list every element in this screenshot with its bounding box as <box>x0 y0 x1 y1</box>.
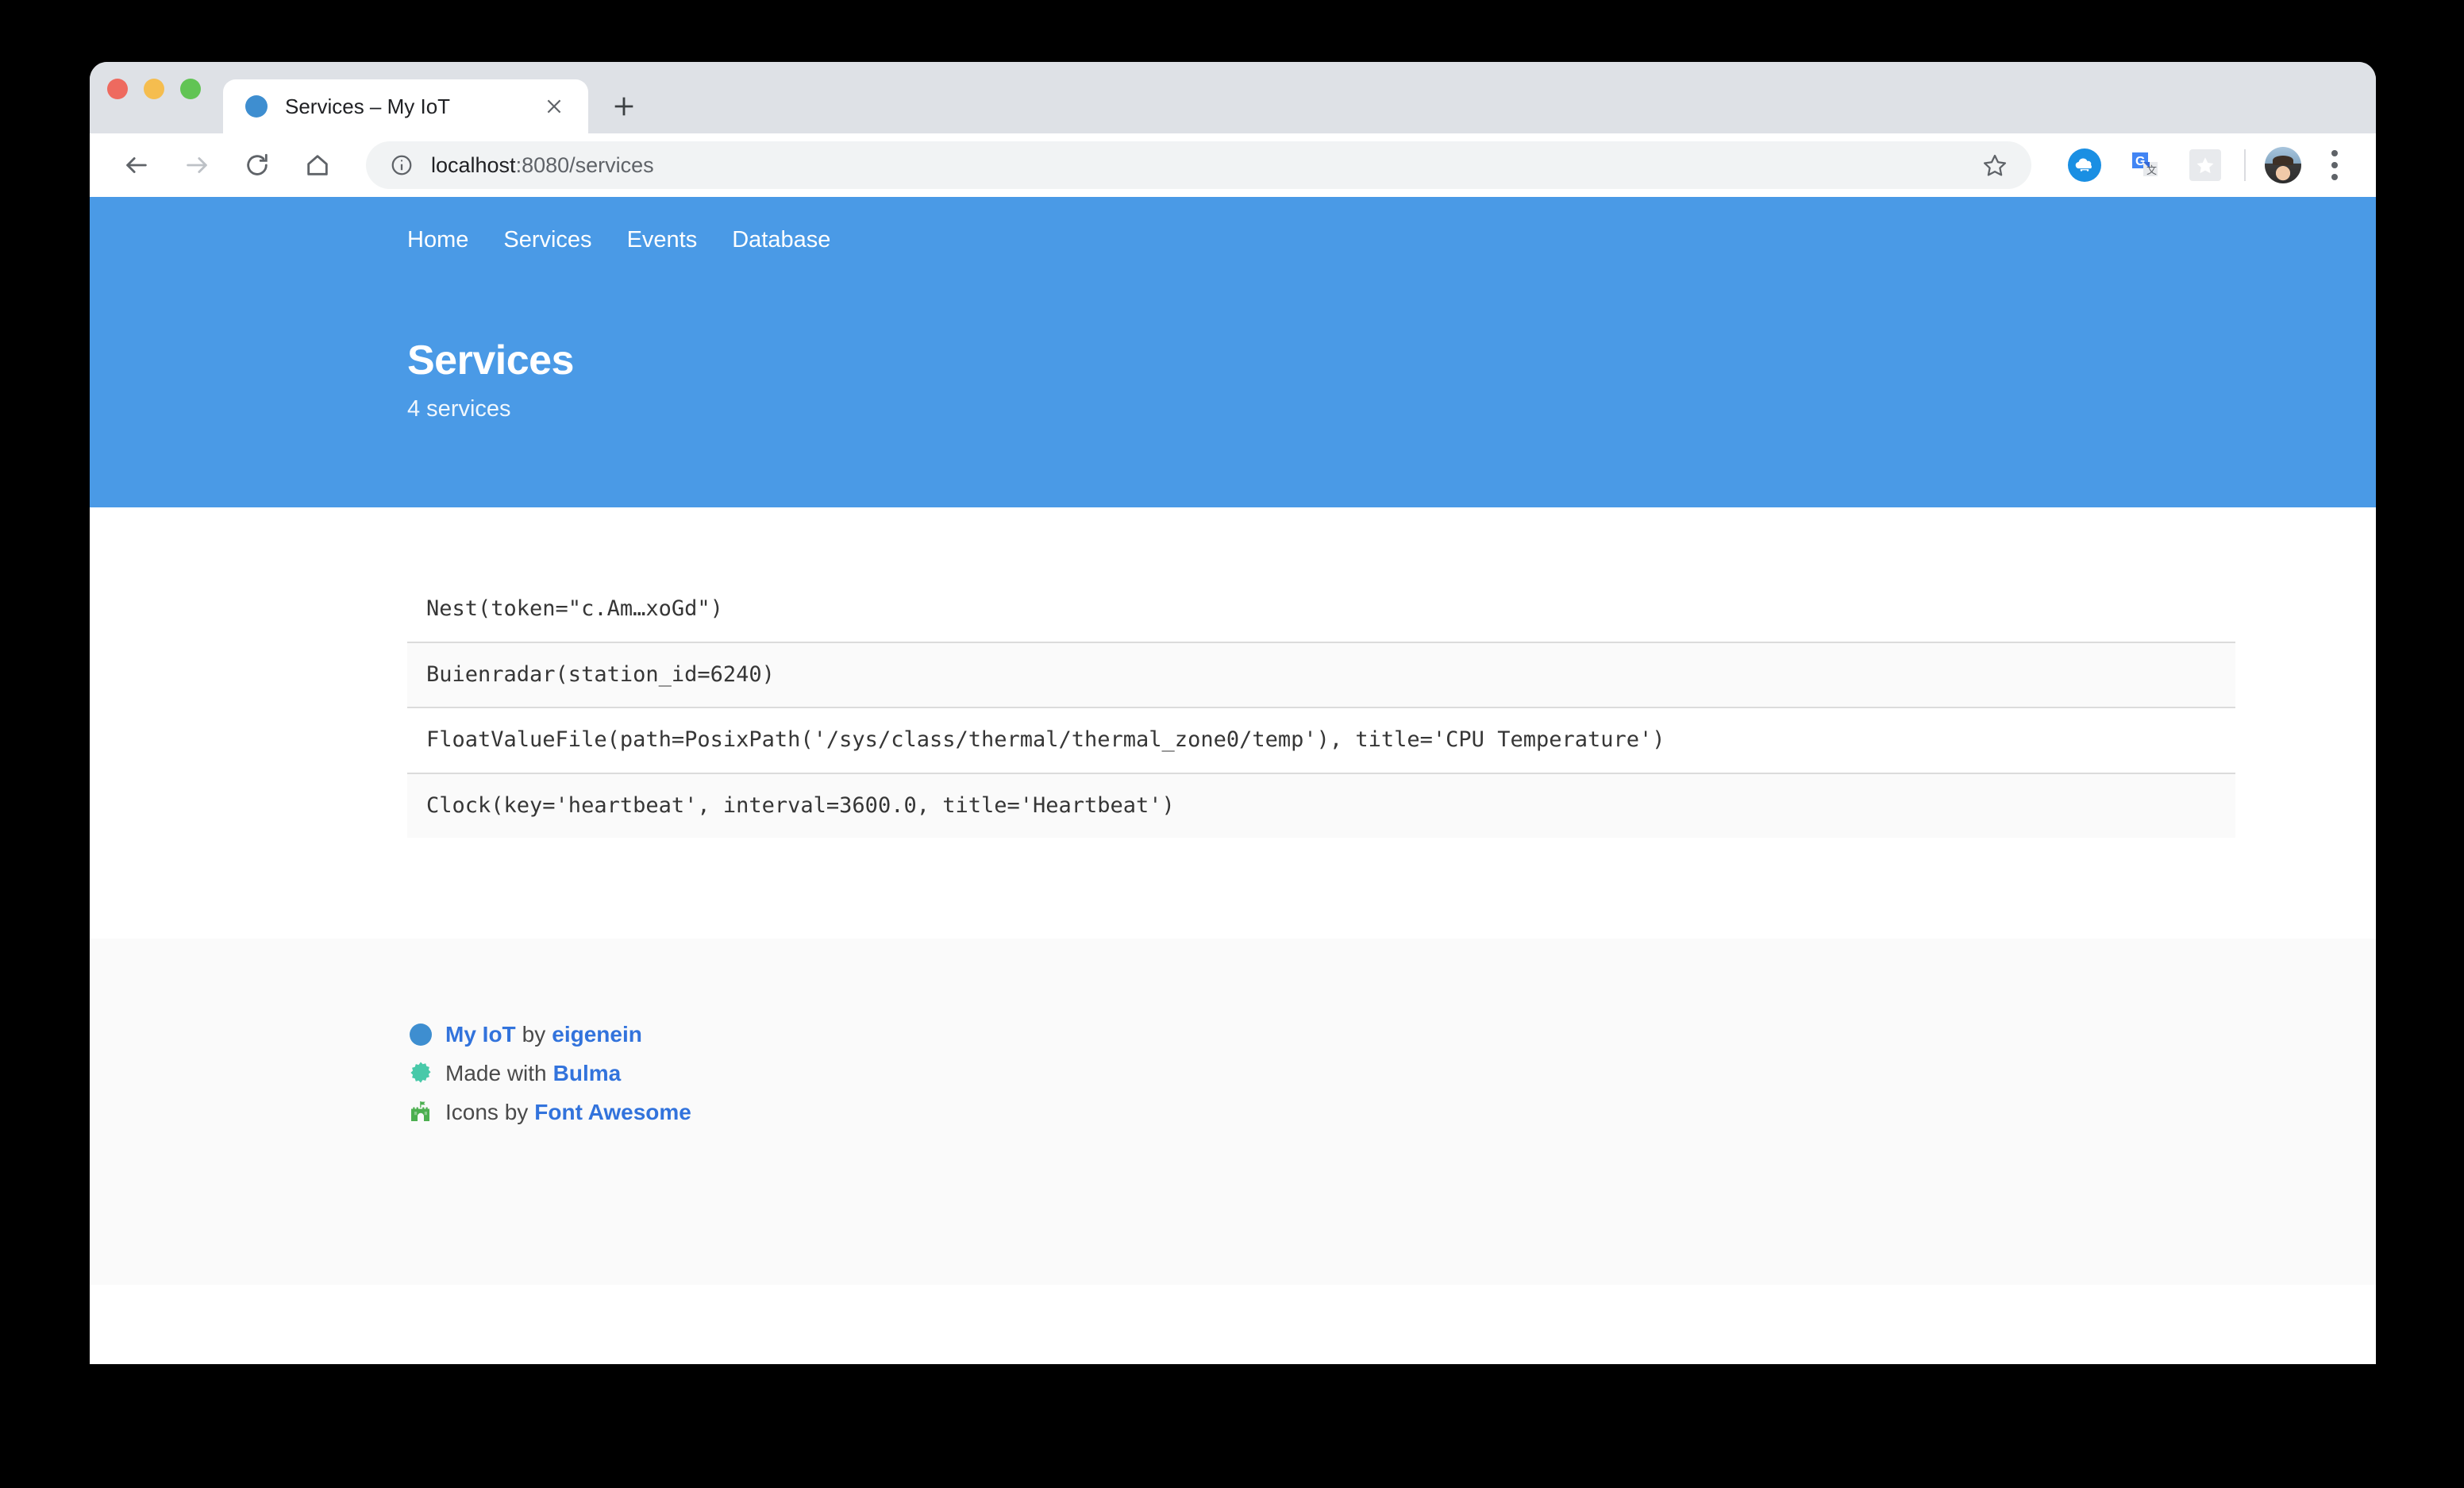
table-row[interactable]: Nest(token="c.Am…xoGd") <box>407 577 2235 642</box>
tab-close-icon[interactable] <box>541 93 568 120</box>
certificate-icon <box>407 1060 434 1087</box>
gray-star-extension-icon[interactable] <box>2181 141 2230 190</box>
new-tab-button[interactable] <box>599 82 649 131</box>
nav-item-events[interactable]: Events <box>610 227 715 253</box>
browser-toolbar: localhost:8080/services G 文 <box>90 133 2376 197</box>
site-navbar: Home Services Events Database <box>407 197 2376 283</box>
svg-text:文: 文 <box>2146 164 2157 176</box>
back-button[interactable] <box>112 141 161 190</box>
page-footer: My IoT by eigenein Made with Bulma Icons… <box>90 939 2376 1285</box>
page-subtitle: 4 services <box>407 396 511 422</box>
service-repr: Clock(key='heartbeat', interval=3600.0, … <box>407 772 2235 838</box>
toolbar-divider <box>2244 149 2246 181</box>
blue-circle-icon <box>407 1021 434 1048</box>
cloud-car-extension-icon[interactable] <box>2060 141 2109 190</box>
site-info-icon[interactable] <box>388 152 415 179</box>
minimize-window-button[interactable] <box>144 79 164 99</box>
footer-line-myiot: My IoT by eigenein <box>407 1015 2376 1054</box>
profile-avatar[interactable] <box>2265 147 2301 183</box>
footer-line-bulma: Made with Bulma <box>407 1054 2376 1093</box>
home-button[interactable] <box>293 141 342 190</box>
footer-line-fontawesome: Icons by Font Awesome <box>407 1093 2376 1131</box>
footer-text-iconsby: Icons by <box>445 1099 529 1124</box>
address-bar[interactable]: localhost:8080/services <box>366 141 2031 189</box>
tab-title: Services – My IoT <box>285 94 451 118</box>
table-row[interactable]: FloatValueFile(path=PosixPath('/sys/clas… <box>407 707 2235 773</box>
service-repr: FloatValueFile(path=PosixPath('/sys/clas… <box>407 707 2235 773</box>
url-host: localhost <box>431 152 516 177</box>
footer-text-madewith: Made with <box>445 1060 547 1085</box>
hero-section: Home Services Events Database Services 4… <box>90 197 2376 507</box>
nav-item-services[interactable]: Services <box>486 227 609 253</box>
footer-link-bulma[interactable]: Bulma <box>553 1061 622 1086</box>
close-window-button[interactable] <box>107 79 128 99</box>
service-repr: Nest(token="c.Am…xoGd") <box>426 596 723 621</box>
url-text: localhost:8080/services <box>431 153 1966 178</box>
google-translate-extension-icon[interactable]: G 文 <box>2120 141 2169 190</box>
browser-menu-button[interactable] <box>2312 141 2357 190</box>
footer-text-by: by <box>522 1021 546 1047</box>
table-row[interactable]: Clock(key='heartbeat', interval=3600.0, … <box>407 772 2235 838</box>
footer-link-fontawesome[interactable]: Font Awesome <box>534 1100 691 1125</box>
browser-window: Services – My IoT localhost:8080/service… <box>90 62 2376 1364</box>
services-table: Nest(token="c.Am…xoGd") Buienradar(stati… <box>407 577 2235 838</box>
browser-tab[interactable]: Services – My IoT <box>223 79 588 133</box>
footer-link-eigenein[interactable]: eigenein <box>552 1022 642 1047</box>
hero-body: Services 4 services <box>407 283 2376 422</box>
forward-button[interactable] <box>172 141 221 190</box>
tab-strip: Services – My IoT <box>90 62 2376 133</box>
footer-link-myiot[interactable]: My IoT <box>445 1022 516 1047</box>
traffic-lights <box>107 62 201 133</box>
extension-icons: G 文 <box>2049 141 2230 190</box>
table-row[interactable]: Buienradar(station_id=6240) <box>407 641 2235 707</box>
tab-favicon-icon <box>245 95 268 118</box>
nav-item-database[interactable]: Database <box>714 227 848 253</box>
service-repr: Buienradar(station_id=6240) <box>407 641 2235 707</box>
bookmark-star-icon[interactable] <box>1971 141 2019 189</box>
reload-button[interactable] <box>233 141 282 190</box>
main-content: Nest(token="c.Am…xoGd") Buienradar(stati… <box>90 507 2376 939</box>
url-path: :8080/services <box>515 152 654 177</box>
fort-awesome-castle-icon <box>407 1099 434 1126</box>
page-viewport: Home Services Events Database Services 4… <box>90 197 2376 1364</box>
page-title: Services <box>407 337 574 384</box>
maximize-window-button[interactable] <box>180 79 201 99</box>
nav-item-home[interactable]: Home <box>407 227 486 253</box>
page-bottom-whitespace <box>90 1285 2376 1364</box>
